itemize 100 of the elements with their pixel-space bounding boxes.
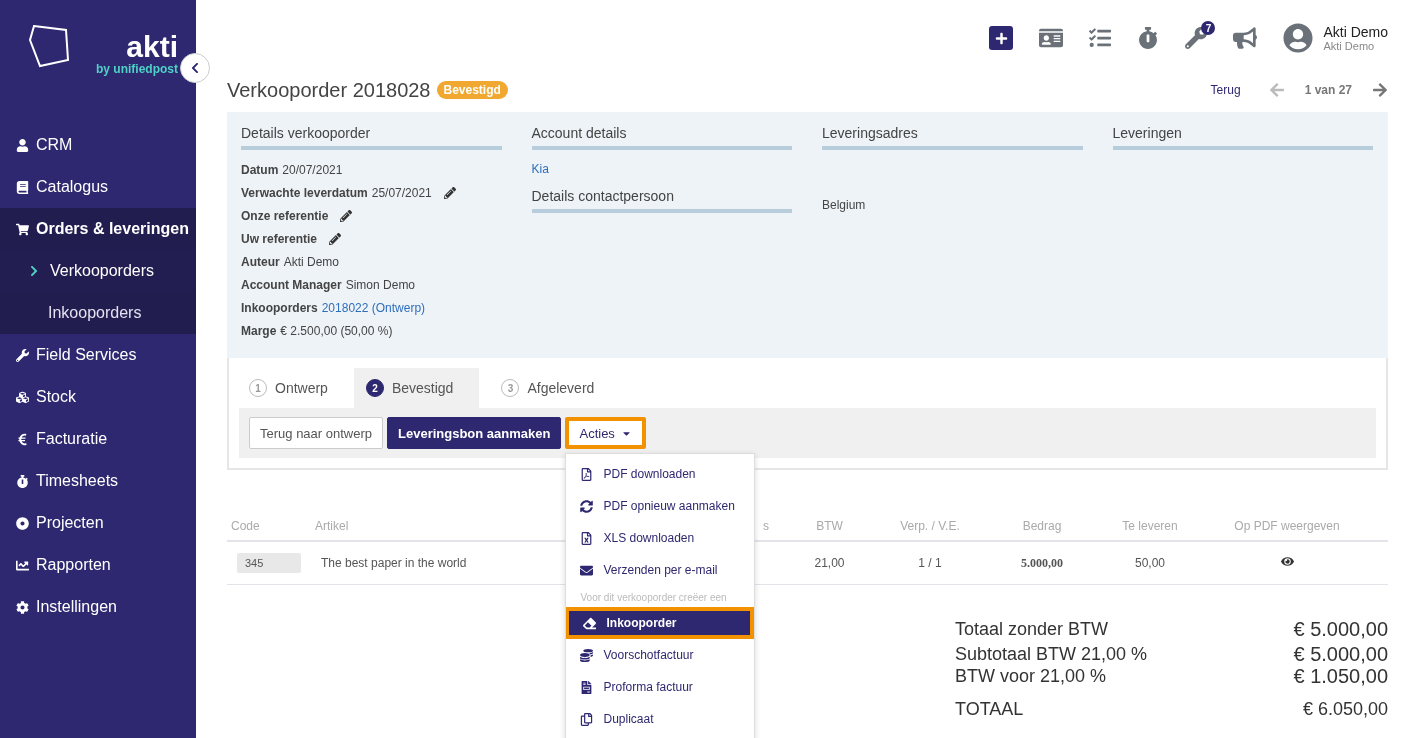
logo-name: akti [126, 32, 178, 62]
nav-item[interactable]: Catalogus [0, 166, 196, 208]
section-title: Leveringsadres [822, 125, 1083, 150]
nav-subitem[interactable]: Inkooporders [0, 292, 196, 334]
edit-icon[interactable] [329, 232, 342, 245]
target-icon [16, 516, 29, 530]
step-tab[interactable]: 3 Afgeleverd [491, 368, 621, 408]
status-badge: Bevestigd [436, 81, 508, 99]
nav-subitem[interactable]: Verkooporders [0, 250, 196, 292]
menu-item[interactable]: Verzenden per e-mail [566, 554, 755, 586]
table-cell-text: 5.000,00 [1020, 555, 1064, 571]
field-value: 20/07/2021 [282, 162, 343, 177]
field-link[interactable]: 2018022 (Ontwerp) [321, 300, 426, 315]
column-header: Artikel [314, 519, 350, 533]
field-label: Onze referentie [241, 208, 329, 223]
book-icon [16, 180, 29, 194]
menu-item[interactable]: PDF opnieuw aanmaken [566, 490, 755, 522]
plus-icon [994, 31, 1008, 45]
chevron-left-icon [189, 62, 201, 74]
settings-icon [16, 600, 29, 614]
field-label: Account Manager [241, 277, 342, 292]
column-header: Code [230, 519, 261, 533]
menu-item[interactable]: Voorschotfactuur [566, 639, 755, 671]
back-to-draft-button[interactable]: Terug naar ontwerp [249, 417, 383, 449]
eye-icon[interactable] [1280, 555, 1294, 568]
pdf-file-icon [580, 467, 594, 481]
nav-item[interactable]: Timesheets [0, 460, 196, 502]
cart-icon [16, 222, 29, 236]
column-header: BTW [815, 519, 844, 533]
column-header: Verp. / V.E. [899, 519, 961, 533]
total-value: € 1.050,00 [1293, 665, 1388, 687]
field-label: Uw referentie [241, 231, 318, 246]
actions-dropdown-button[interactable]: Acties [565, 417, 646, 449]
eraser-icon [583, 616, 597, 630]
column-header: Op PDF weergeven [1233, 519, 1341, 533]
account-link[interactable]: Kia [531, 158, 792, 180]
field-value: Akti Demo [283, 254, 340, 269]
field-label: Verwachte leverdatum [241, 185, 368, 200]
section-title: Leveringen [1112, 125, 1373, 150]
menu-item[interactable]: Proforma factuur [566, 671, 755, 703]
envelope-icon [580, 563, 594, 577]
euro-icon [16, 432, 29, 446]
total-value: € 6.050,00 [1301, 698, 1388, 721]
menu-header: Voor dit verkooporder creëer een [579, 591, 728, 605]
table-cell-text: 21,00 [813, 556, 846, 570]
total-label: TOTAAL [955, 698, 1025, 721]
stopwatch-icon [16, 474, 29, 488]
nav-item[interactable]: Rapporten [0, 544, 196, 586]
pager-text: 1 van 27 [1304, 83, 1352, 97]
tasks-icon[interactable] [1089, 27, 1112, 49]
address-text: Belgium [822, 197, 867, 214]
table-cell-text: 50,00 [1134, 556, 1166, 570]
total-label: Subtotaal BTW 21,00 % [955, 643, 1149, 665]
edit-icon[interactable] [443, 186, 456, 199]
nav-item[interactable]: CRM [0, 124, 196, 166]
edit-icon[interactable] [340, 209, 353, 222]
refresh-icon [580, 499, 594, 513]
code-cell: 345 [237, 553, 301, 573]
field-value: 25/07/2021 [371, 185, 432, 200]
nav-item[interactable]: Orders & leveringen [0, 208, 196, 250]
cubes-icon [16, 390, 29, 404]
total-value: € 5.000,00 [1293, 643, 1388, 665]
avatar-icon [1283, 23, 1314, 53]
field-value: € 2.500,00 (50,00 %) [280, 323, 393, 338]
contacts-icon[interactable] [1039, 26, 1064, 50]
section-title: Details verkooporder [241, 125, 502, 150]
add-button[interactable] [989, 26, 1014, 50]
field-label: Marge [241, 323, 277, 338]
stopwatch-icon[interactable] [1137, 27, 1160, 49]
excel-file-icon [580, 531, 594, 545]
megaphone-icon[interactable] [1233, 26, 1258, 50]
create-delivery-button[interactable]: Leveringsbon aanmaken [387, 417, 562, 449]
total-label: Totaal zonder BTW [955, 618, 1110, 641]
nav-item[interactable]: Projecten [0, 502, 196, 544]
step-tab[interactable]: 1 Ontwerp [239, 368, 354, 408]
field-label: Auteur [241, 254, 280, 269]
user-icon [16, 138, 29, 152]
nav-item[interactable]: Instellingen [0, 586, 196, 628]
collapse-sidebar-button[interactable] [180, 53, 210, 83]
copy-icon [580, 712, 594, 726]
invoice-icon [580, 680, 594, 694]
menu-item[interactable]: PDF downloaden [566, 458, 755, 490]
next-arrow-icon[interactable] [1372, 82, 1388, 98]
menu-item[interactable]: Duplicaat [566, 703, 755, 735]
chevron-icon [28, 265, 40, 277]
step-tab[interactable]: 2 Bevestigd [353, 368, 480, 408]
menu-item[interactable]: XLS downloaden [566, 522, 755, 554]
notification-badge: 7 [1201, 21, 1216, 35]
menu-item[interactable]: Inkooporder [566, 607, 755, 639]
nav-item[interactable]: Stock [0, 376, 196, 418]
coins-icon [580, 648, 594, 662]
field-value: Simon Demo [345, 277, 416, 292]
section-title: Account details [531, 125, 792, 150]
table-cell-text: 1 / 1 [917, 556, 943, 570]
back-link[interactable]: Terug [1210, 83, 1241, 97]
nav-item[interactable]: Facturatie [0, 418, 196, 460]
column-header: Bedrag [1021, 519, 1063, 533]
total-label: BTW voor 21,00 % [955, 665, 1108, 687]
chart-icon [16, 558, 29, 572]
nav-item[interactable]: Field Services [0, 334, 196, 376]
